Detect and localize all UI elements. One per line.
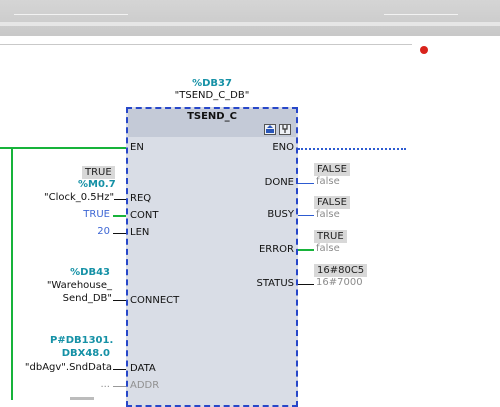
network-cable-icon[interactable]: [279, 124, 291, 135]
pin-done: DONE: [264, 177, 294, 188]
editor-title-bar: [0, 0, 500, 36]
instance-db-address: %DB37: [192, 78, 232, 89]
power-rail-wire[interactable]: [0, 147, 126, 149]
busy-value[interactable]: false: [316, 209, 340, 220]
pin-len: LEN: [130, 227, 150, 238]
pin-addr: ADDR: [130, 380, 160, 391]
pin-status: STATUS: [256, 278, 294, 289]
data-address-line2: DBX48.0: [61, 348, 110, 359]
done-wire[interactable]: [298, 183, 314, 184]
error-indicator-dot[interactable]: [420, 46, 428, 54]
data-tag[interactable]: "dbAgv".SndData: [20, 362, 112, 373]
pin-cont: CONT: [130, 210, 159, 221]
upload-icon[interactable]: [264, 124, 276, 135]
busy-status-value: FALSE: [314, 196, 350, 209]
busy-wire[interactable]: [298, 215, 314, 216]
req-tag[interactable]: "Clock_0.5Hz": [44, 192, 114, 203]
connect-tag-line2[interactable]: Send_DB": [40, 293, 112, 304]
title-bar-separator: [0, 22, 500, 26]
connect-address: %DB43: [70, 267, 110, 278]
pin-busy: BUSY: [267, 209, 294, 220]
status-status-value: 16#80C5: [314, 264, 368, 277]
error-status-value: TRUE: [314, 230, 347, 243]
pin-error: ERROR: [258, 244, 294, 255]
error-wire[interactable]: [298, 249, 314, 251]
len-value[interactable]: 20: [70, 226, 110, 237]
done-value[interactable]: false: [316, 176, 340, 187]
pin-en: EN: [130, 142, 144, 153]
cont-value[interactable]: TRUE: [70, 209, 110, 220]
pin-data: DATA: [130, 363, 156, 374]
addr-wire[interactable]: [113, 386, 126, 387]
req-address: %M0.7: [78, 179, 116, 190]
pin-connect: CONNECT: [130, 295, 180, 306]
len-wire[interactable]: [113, 233, 126, 234]
block-type-name: TSEND_C: [187, 111, 237, 122]
addr-value[interactable]: ...: [90, 379, 110, 390]
network-divider-line: [0, 44, 412, 45]
title-bar-highlight-left: [14, 14, 128, 15]
connect-tag-line1[interactable]: "Warehouse_: [40, 280, 112, 291]
status-value[interactable]: 16#7000: [316, 277, 363, 288]
status-wire[interactable]: [298, 284, 314, 285]
pin-req: REQ: [130, 193, 152, 204]
error-value[interactable]: false: [316, 243, 340, 254]
cont-wire[interactable]: [113, 215, 126, 217]
connect-wire[interactable]: [113, 300, 126, 301]
pin-eno: ENO: [272, 142, 294, 153]
title-bar-highlight-right: [384, 14, 458, 15]
instance-db-name[interactable]: "TSEND_C_DB": [158, 90, 266, 101]
data-wire[interactable]: [113, 369, 126, 370]
eno-wire[interactable]: [298, 148, 406, 150]
req-status-value: TRUE: [82, 166, 115, 179]
data-address-line1: P#DB1301.: [50, 335, 114, 346]
left-power-rail: [11, 147, 13, 400]
done-status-value: FALSE: [314, 163, 350, 176]
req-wire[interactable]: [114, 199, 126, 200]
